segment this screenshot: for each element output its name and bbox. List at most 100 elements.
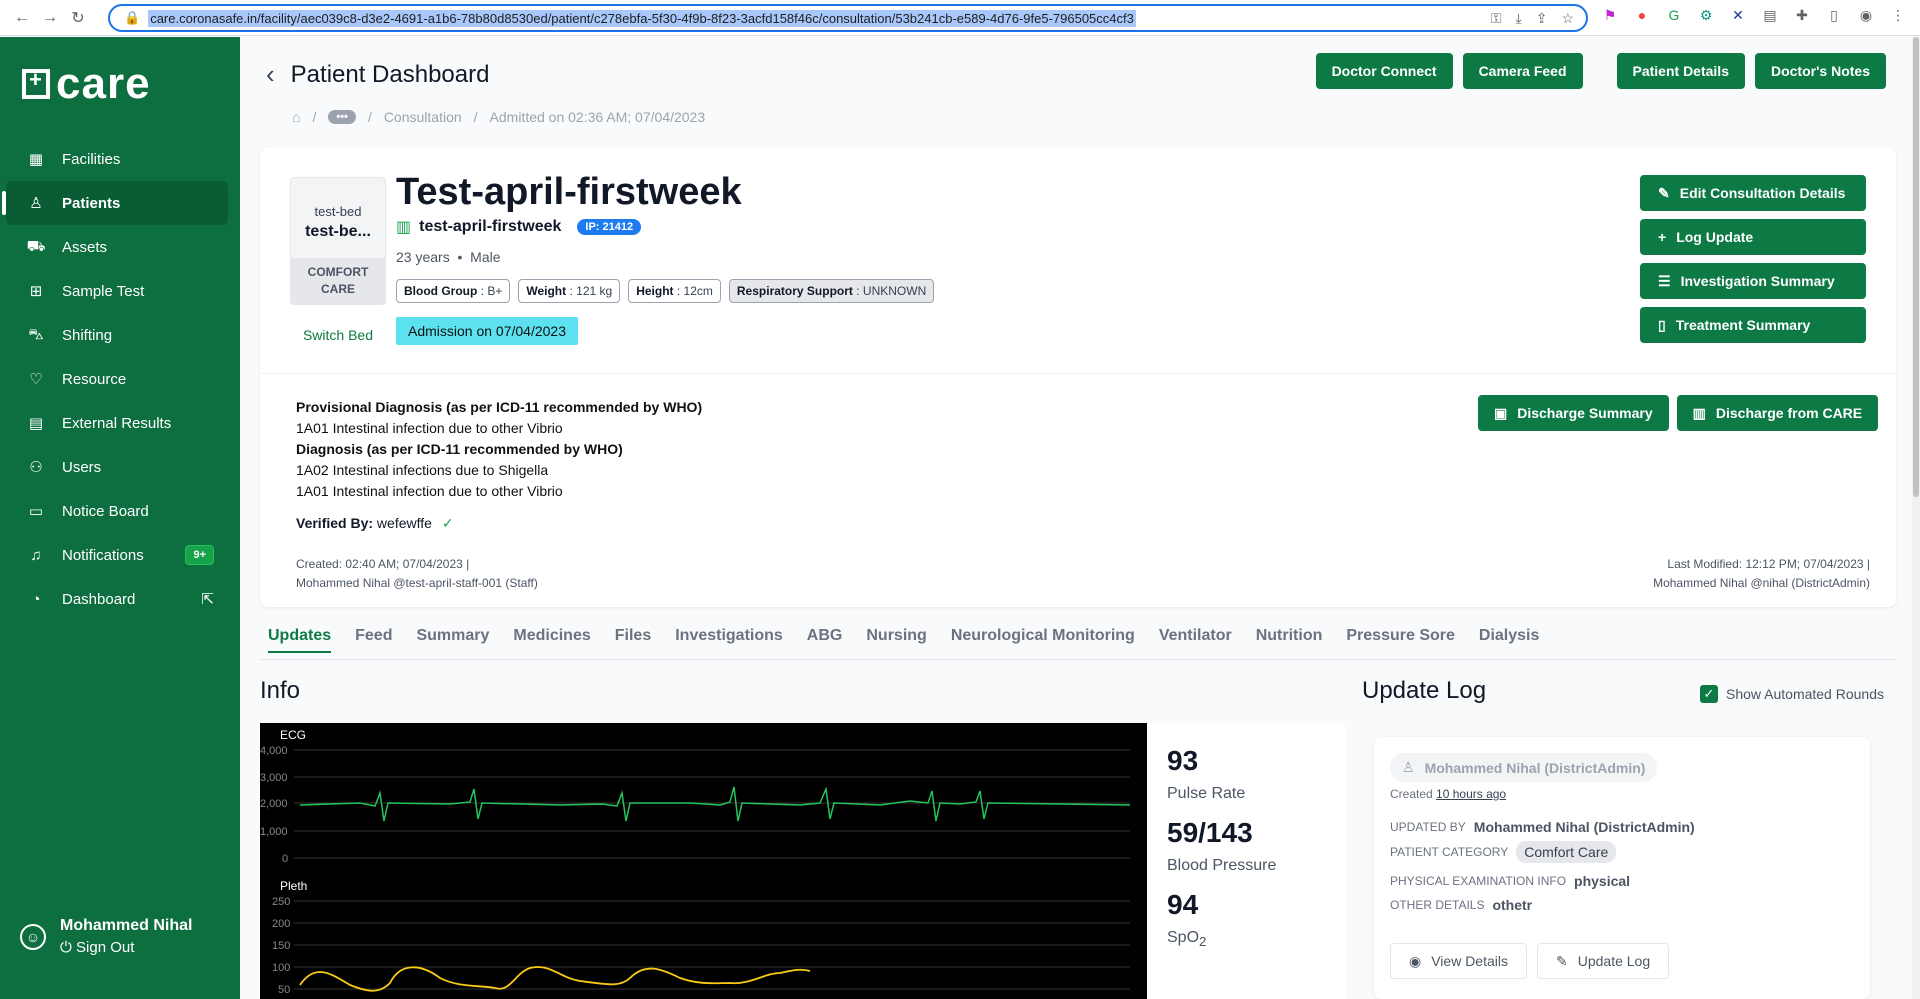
sign-out-link[interactable]: ⏻ Sign Out [60,939,192,956]
list-icon: ☰ [1658,272,1671,289]
notification-badge: 9+ [185,545,214,565]
pleth-grid [294,900,1130,990]
card-divider [260,373,1896,374]
height-chip: Height : 12cm [628,279,721,303]
bed-box: test-bed test-be... COMFORT CARE [290,177,386,305]
ecg-label: ECG [280,728,306,742]
ecg-tick: 1,000 [260,826,288,838]
sidebar-item-facilities[interactable]: ▦ Facilities [6,137,228,181]
log-exam-info: PHYSICAL EXAMINATION INFO physical [1390,873,1631,889]
tab-feed[interactable]: Feed [355,627,392,653]
respiratory-support-chip: Respiratory Support : UNKNOWN [728,279,935,303]
sidebar-item-shifting[interactable]: ⛍ Shifting [6,313,228,357]
extension-settings-icon[interactable]: ⚙ [1696,7,1716,24]
scroll-thumb[interactable] [1913,37,1919,497]
checkbox-checked-icon[interactable]: ✓ [1700,685,1718,703]
extension-grammar-icon[interactable]: G [1664,7,1684,24]
pleth-tick: 150 [272,940,290,952]
breadcrumb-consultation[interactable]: Consultation [384,109,462,125]
pulse-rate-value: 93 [1167,745,1199,776]
sidebar-item-notice-board[interactable]: ▭ Notice Board [6,489,228,533]
clipboard-icon: ▣ [1494,404,1508,421]
url-text: care.coronasafe.in/facility/aec039c8-d3e… [148,9,1136,27]
spo2-label: SpO2 [1167,929,1207,950]
forward-icon[interactable]: → [36,4,64,32]
extension-tool-icon[interactable]: ✕ [1728,7,1748,24]
sidebar-item-sample-test[interactable]: ⊞ Sample Test [6,269,228,313]
browser-menu-icon[interactable]: ⋮ [1888,7,1908,24]
treatment-summary-button[interactable]: ▯ Treatment Summary [1640,307,1866,343]
address-bar[interactable]: 🔒 care.coronasafe.in/facility/aec039c8-d… [108,4,1588,32]
extension-doc-icon[interactable]: ▤ [1760,7,1780,24]
verified-by: Verified By: wefewffe ✓ [296,515,454,531]
care-logo[interactable]: care [22,59,151,109]
document-icon: ▯ [1658,316,1666,333]
switch-bed-link[interactable]: Switch Bed [290,327,386,343]
sidebar-item-assets[interactable]: ⛟ Assets [6,225,228,269]
tab-nursing[interactable]: Nursing [866,627,926,653]
patient-info-card: test-bed test-be... COMFORT CARE Switch … [260,147,1896,607]
ecg-axis: 4,000 3,000 2,000 1,000 0 [260,745,288,865]
log-updated-by: UPDATED BY Mohammed Nihal (DistrictAdmin… [1390,819,1695,835]
update-log-button[interactable]: ✎ Update Log [1537,943,1670,979]
home-icon[interactable]: ⌂ [292,109,300,125]
admission-badge: Admission on 07/04/2023 [396,317,578,345]
tab-pressure-sore[interactable]: Pressure Sore [1346,627,1455,653]
doctor-connect-button[interactable]: Doctor Connect [1315,53,1453,89]
page-scrollbar[interactable] [1912,37,1920,999]
star-icon[interactable]: ☆ [1561,10,1574,27]
sidebar: care ▦Facilities ♙Patients ⛟Assets ⊞Samp… [0,37,240,999]
tab-nutrition[interactable]: Nutrition [1256,627,1323,653]
page-title: ‹ Patient Dashboard [266,59,490,90]
info-title: Info [260,677,301,704]
log-update-button[interactable]: + Log Update [1640,219,1866,255]
sidebar-item-patients[interactable]: ♙ Patients [2,181,228,225]
log-user-pill: ♙ Mohammed Nihal (DistrictAdmin) [1390,753,1658,782]
doctors-notes-button[interactable]: Doctor's Notes [1754,53,1886,89]
breadcrumb-collapsed[interactable]: ••• [328,110,356,124]
sidebar-item-notifications[interactable]: ♫ Notifications 9+ [6,533,228,577]
view-details-button[interactable]: ◉ View Details [1390,943,1527,979]
bed-category: COMFORT CARE [291,258,385,304]
tab-medicines[interactable]: Medicines [513,627,590,653]
patient-details-button[interactable]: Patient Details [1616,53,1745,89]
tab-investigations[interactable]: Investigations [675,627,783,653]
tab-summary[interactable]: Summary [416,627,489,653]
tab-neurological-monitoring[interactable]: Neurological Monitoring [951,627,1135,653]
back-icon[interactable]: ← [8,4,36,32]
ecg-waveform [299,786,1131,822]
log-other-details: OTHER DETAILS othetr [1390,897,1533,913]
extensions-puzzle-icon[interactable]: ✚ [1792,7,1812,24]
log-actions: ◉ View Details ✎ Update Log [1390,943,1670,979]
camera-feed-button[interactable]: Camera Feed [1462,53,1583,89]
extension-color-icon[interactable]: ● [1632,7,1652,24]
external-link-icon: ⇱ [201,591,214,608]
install-icon[interactable]: ⤓ [1516,10,1522,27]
sidebar-item-resource[interactable]: ♡ Resource [6,357,228,401]
tab-dialysis[interactable]: Dialysis [1479,627,1539,653]
key-icon[interactable]: ⚿ [1491,10,1502,27]
reload-icon[interactable]: ↻ [64,4,92,32]
sidebar-item-dashboard[interactable]: ◔ Dashboard ⇱ [6,577,228,621]
back-chevron-icon[interactable]: ‹ [266,59,275,90]
discharge-summary-button[interactable]: ▣ Discharge Summary [1478,395,1669,431]
tab-updates[interactable]: Updates [268,627,332,653]
extension-flag-icon[interactable]: ⚑ [1600,7,1620,24]
tab-abg[interactable]: ABG [807,627,843,653]
share-icon[interactable]: ⇪ [1536,10,1548,27]
tab-files[interactable]: Files [615,627,651,653]
sidepanel-icon[interactable]: ▯ [1824,7,1844,24]
edit-consultation-button[interactable]: ✎ Edit Consultation Details [1640,175,1866,211]
browser-toolbar: ← → ↻ 🔒 care.coronasafe.in/facility/aec0… [0,0,1920,36]
pleth-axis: 250 200 150 100 50 [272,896,290,996]
ecg-tick: 3,000 [260,772,288,784]
investigation-summary-button[interactable]: ☰ Investigation Summary [1640,263,1866,299]
pleth-label: Pleth [280,879,307,893]
profile-avatar-icon[interactable]: ◉ [1856,7,1876,24]
sidebar-item-external-results[interactable]: ▤ External Results [6,401,228,445]
show-automated-rounds[interactable]: ✓ Show Automated Rounds [1700,685,1884,703]
tab-ventilator[interactable]: Ventilator [1159,627,1232,653]
sidebar-item-users[interactable]: ⚇ Users [6,445,228,489]
discharge-from-care-button[interactable]: ▥ Discharge from CARE [1676,395,1879,431]
pleth-tick: 100 [272,962,290,974]
